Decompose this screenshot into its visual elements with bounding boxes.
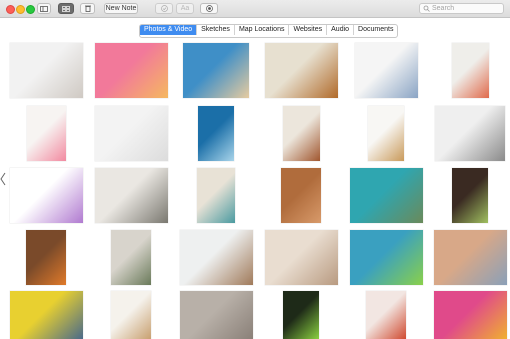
photo-colored-straws[interactable]: [349, 230, 423, 285]
photo-weathered-wood[interactable]: [179, 291, 253, 339]
photo-window-frame[interactable]: [111, 230, 151, 285]
photo-veggie-plate[interactable]: [26, 230, 66, 285]
photo-wood-planks[interactable]: [281, 168, 321, 223]
photo-mountain-lake[interactable]: [349, 168, 423, 223]
photo-floral-fabric[interactable]: [433, 291, 507, 339]
attachments-grid: [0, 0, 510, 339]
photo-kitchen-interior[interactable]: [9, 43, 83, 98]
photo-coffee-plate[interactable]: [452, 168, 488, 223]
photo-pink-lemonade[interactable]: [26, 106, 66, 161]
photo-paper-flags[interactable]: [9, 168, 83, 223]
photo-color-swatches[interactable]: [354, 43, 418, 98]
photo-green-smoothie[interactable]: [283, 291, 319, 339]
photo-white-tiles[interactable]: [94, 106, 168, 161]
photo-kitchen-tools[interactable]: [179, 230, 253, 285]
photo-lace-cloth[interactable]: [264, 230, 338, 285]
photo-vases[interactable]: [9, 291, 83, 339]
photo-kitchen-counter[interactable]: [94, 168, 168, 223]
photo-burger-fries[interactable]: [264, 43, 338, 98]
photo-donuts-pink[interactable]: [94, 43, 168, 98]
photo-pen-holder[interactable]: [282, 106, 320, 161]
photo-desert-campers[interactable]: [433, 230, 507, 285]
photo-wooden-utensils[interactable]: [368, 106, 404, 161]
photo-juice-jars[interactable]: [366, 291, 406, 339]
photo-seaside-town[interactable]: [183, 43, 249, 98]
photo-blue-marble[interactable]: [198, 106, 234, 161]
photo-teal-fabric[interactable]: [197, 168, 235, 223]
photo-kitchen-sink[interactable]: [435, 106, 505, 161]
photo-hanging-tags[interactable]: [111, 291, 151, 339]
photo-bowl-fruit[interactable]: [451, 43, 489, 98]
